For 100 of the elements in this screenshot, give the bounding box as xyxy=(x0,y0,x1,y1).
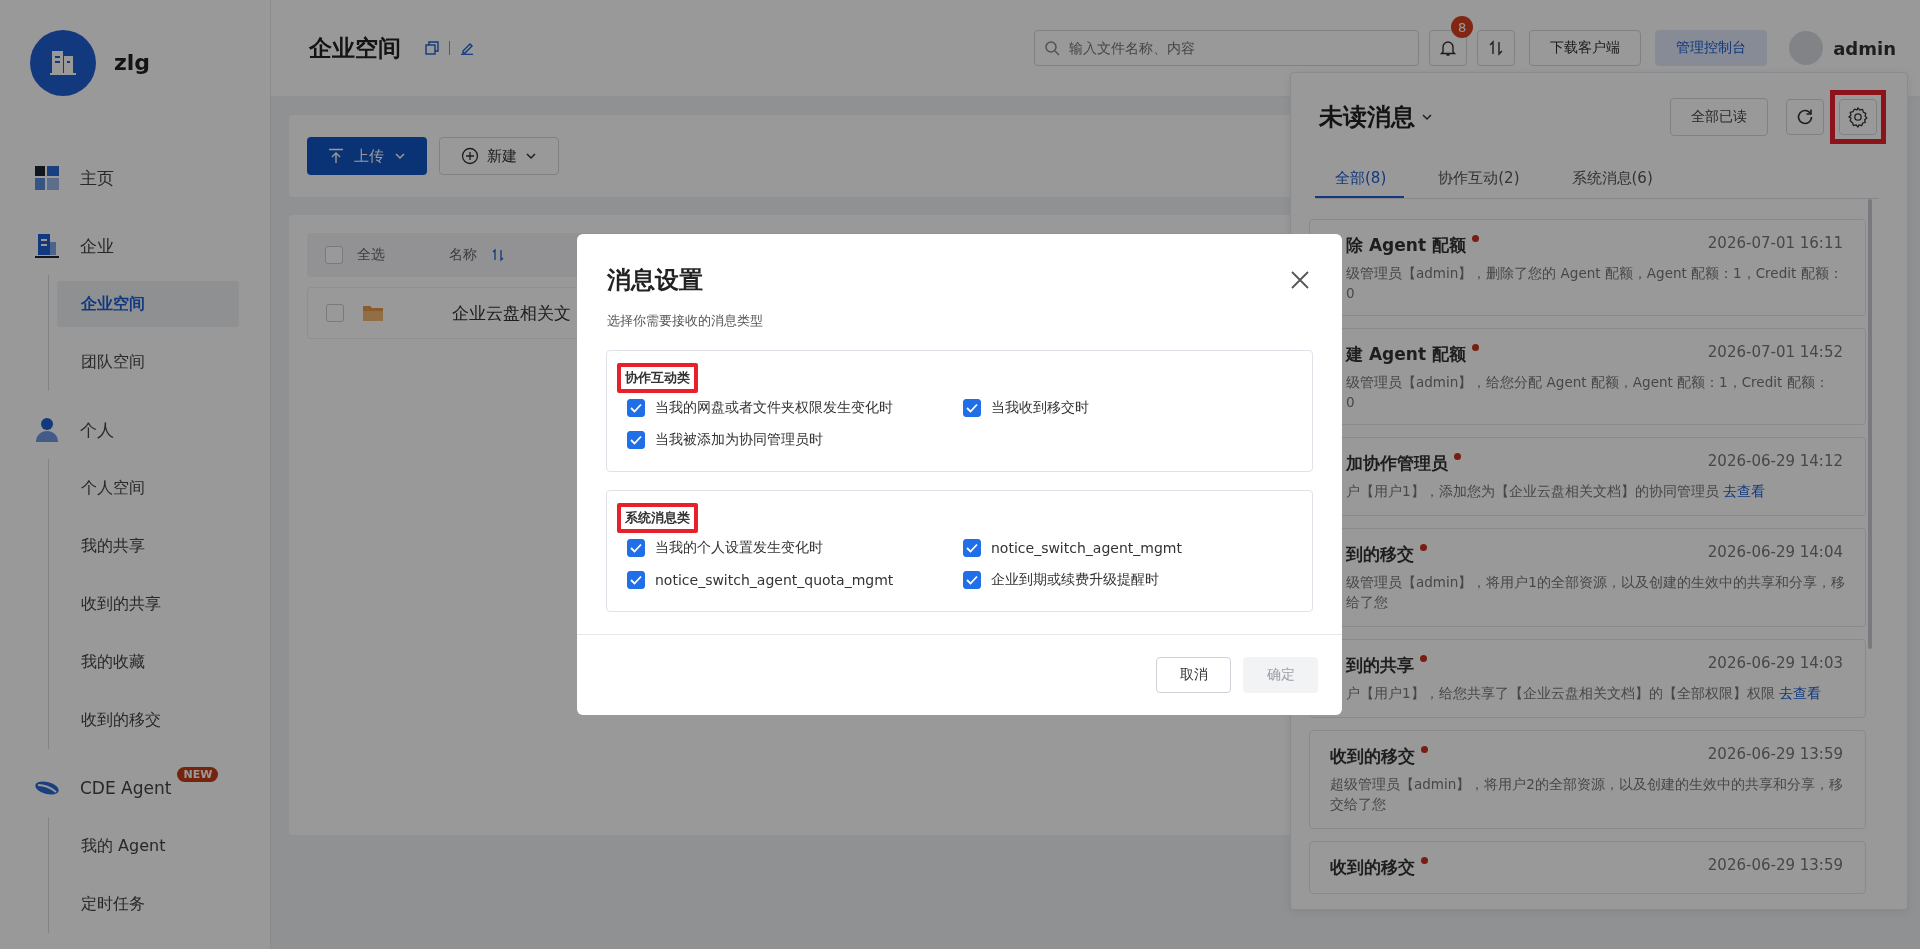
checkbox[interactable] xyxy=(627,571,645,589)
sidebar-section[interactable]: CDE Agent NEW xyxy=(0,759,270,817)
search-icon xyxy=(1044,40,1061,56)
message-card[interactable]: 收到的移交 2026-06-29 13:59 xyxy=(1309,841,1866,894)
scrollbar[interactable] xyxy=(1868,199,1872,649)
option-label[interactable]: 当我的网盘或者文件夹权限发生变化时 xyxy=(655,399,893,417)
sidebar-section[interactable]: 企业 xyxy=(0,217,270,275)
tab[interactable]: 系统消息(6) xyxy=(1551,169,1671,198)
checkmark-icon xyxy=(965,541,979,555)
message-text: 级管理员【admin】，将用户1的全部资源，以及创建的生效中的共享和分享，移 xyxy=(1345,574,1843,592)
sidebar-section[interactable]: 个人 xyxy=(0,401,270,459)
message-title: 收到的移交 xyxy=(1330,745,1415,768)
message-time: 2026-06-29 14:04 xyxy=(1707,543,1843,561)
checkmark-icon xyxy=(629,433,643,447)
option-label[interactable]: 当我被添加为协同管理员时 xyxy=(655,431,823,449)
message-time: 2026-07-01 16:11 xyxy=(1707,234,1843,252)
header-button[interactable]: 管理控制台 xyxy=(1655,30,1768,66)
refresh-icon xyxy=(1795,107,1815,127)
sidebar-item[interactable]: 收到的共享 xyxy=(57,581,239,627)
message-title: 到的移交 xyxy=(1345,543,1414,566)
chevron-down-icon xyxy=(525,150,537,162)
organization-name: zlg xyxy=(114,50,151,75)
create-button[interactable]: 新建 xyxy=(439,137,559,175)
sidebar-item[interactable]: 我的收藏 xyxy=(57,639,239,685)
upload-button[interactable]: 上传 xyxy=(307,137,427,175)
message-text: 交给了您 xyxy=(1330,796,1387,814)
column-header[interactable]: 名称 xyxy=(449,246,477,264)
message-time: 2026-06-29 14:03 xyxy=(1707,654,1843,672)
copy-icon[interactable] xyxy=(425,41,439,55)
panel-title[interactable]: 未读消息 xyxy=(1319,101,1415,133)
dashboard-icon xyxy=(34,165,60,191)
checkmark-icon xyxy=(965,401,979,415)
message-text: 0 xyxy=(1345,285,1356,301)
option-label[interactable]: notice_switch_agent_mgmt xyxy=(991,540,1182,556)
tab[interactable]: 全部(8) xyxy=(1315,169,1405,198)
chevron-down-icon xyxy=(394,150,406,162)
message-title: 加协作管理员 xyxy=(1345,452,1448,475)
upload-icon xyxy=(328,148,344,164)
edit-icon[interactable] xyxy=(460,41,474,55)
checkbox[interactable] xyxy=(627,539,645,557)
mark-all-read-button[interactable]: 全部已读 xyxy=(1670,98,1768,136)
sidebar-item[interactable]: 收到的移交 xyxy=(57,697,239,743)
plus-circle-icon xyxy=(461,147,479,165)
tab[interactable]: 协作互动(2) xyxy=(1418,169,1538,198)
option-label[interactable]: notice_switch_agent_quota_mgmt xyxy=(655,572,894,588)
message-time: 2026-06-29 13:59 xyxy=(1707,745,1843,763)
option-label[interactable]: 当我收到移交时 xyxy=(991,399,1089,417)
new-badge: NEW xyxy=(177,767,219,782)
message-text: 给了您 xyxy=(1345,594,1389,612)
dialog-title: 消息设置 xyxy=(607,265,703,296)
notification-button[interactable] xyxy=(1429,30,1468,66)
message-time: 2026-06-29 13:59 xyxy=(1707,856,1843,874)
group-title: 协作互动类 xyxy=(617,363,698,393)
person-icon xyxy=(34,417,60,443)
sidebar-section[interactable]: 主页 xyxy=(0,149,270,207)
message-title: 收到的移交 xyxy=(1330,856,1415,879)
message-time: 2026-06-29 14:12 xyxy=(1707,452,1843,470)
settings-button[interactable] xyxy=(1839,99,1877,135)
message-text: 级管理员【admin】，删除了您的 Agent 配额，Agent 配额：1，Credit 配额： xyxy=(1345,265,1843,283)
sidebar-item[interactable]: 定时任务 xyxy=(57,881,239,927)
settings-icon xyxy=(1847,106,1869,128)
chevron-down-icon xyxy=(1421,111,1433,123)
checkbox[interactable] xyxy=(627,431,645,449)
group-title: 系统消息类 xyxy=(617,503,698,533)
message-text: 超级管理员【admin】，将用户2的全部资源，以及创建的生效中的共享和分享，移 xyxy=(1330,776,1843,794)
sidebar-item[interactable]: 团队空间 xyxy=(57,339,239,385)
building-icon xyxy=(34,233,60,259)
checkmark-icon xyxy=(629,541,643,555)
option-label[interactable]: 企业到期或续费升级提醒时 xyxy=(991,571,1159,589)
select-all-label: 全选 xyxy=(357,246,385,264)
view-link[interactable]: 去查看 xyxy=(1778,685,1821,701)
sidebar-item[interactable]: 企业空间 xyxy=(57,281,239,327)
search-field[interactable]: 输入文件名称、内容 xyxy=(1034,30,1420,66)
sidebar-item[interactable]: 我的共享 xyxy=(57,523,239,569)
bell-icon xyxy=(1439,39,1458,57)
page-title: 企业空间 xyxy=(309,33,401,63)
cancel-button[interactable]: 取消 xyxy=(1156,657,1231,693)
message-time: 2026-07-01 14:52 xyxy=(1707,343,1843,361)
refresh-button[interactable] xyxy=(1786,99,1824,135)
notification-count: 8 xyxy=(1451,16,1474,38)
sort-button[interactable] xyxy=(1477,30,1516,66)
row-checkbox[interactable] xyxy=(326,304,344,322)
checkbox[interactable] xyxy=(963,539,981,557)
header-button[interactable]: 下载客户端 xyxy=(1529,30,1642,66)
checkmark-icon xyxy=(965,573,979,587)
message-text: 级管理员【admin】，给您分配 Agent 配额，Agent 配额：1，Credit 配额： xyxy=(1345,374,1830,392)
file-name[interactable]: 企业云盘相关文 xyxy=(452,301,571,325)
checkbox[interactable] xyxy=(627,399,645,417)
message-title: 除 Agent 配额 xyxy=(1345,234,1466,257)
sort-icon[interactable] xyxy=(491,248,505,262)
checkbox[interactable] xyxy=(963,571,981,589)
checkbox[interactable] xyxy=(963,399,981,417)
select-all-checkbox[interactable] xyxy=(325,246,343,264)
sidebar-item[interactable]: 个人空间 xyxy=(57,465,239,511)
view-link[interactable]: 去查看 xyxy=(1722,483,1765,499)
sidebar-item[interactable]: 我的 Agent xyxy=(57,823,239,869)
message-card[interactable]: 收到的移交 2026-06-29 13:59 超级管理员【admin】，将用户2的全部资源，以及创建的生效中的共享和分享，移 交给了您 xyxy=(1309,730,1866,829)
user-name[interactable]: admin xyxy=(1833,37,1896,59)
option-label[interactable]: 当我的个人设置发生变化时 xyxy=(655,539,823,557)
dialog-subtitle: 选择你需要接收的消息类型 xyxy=(606,312,764,330)
